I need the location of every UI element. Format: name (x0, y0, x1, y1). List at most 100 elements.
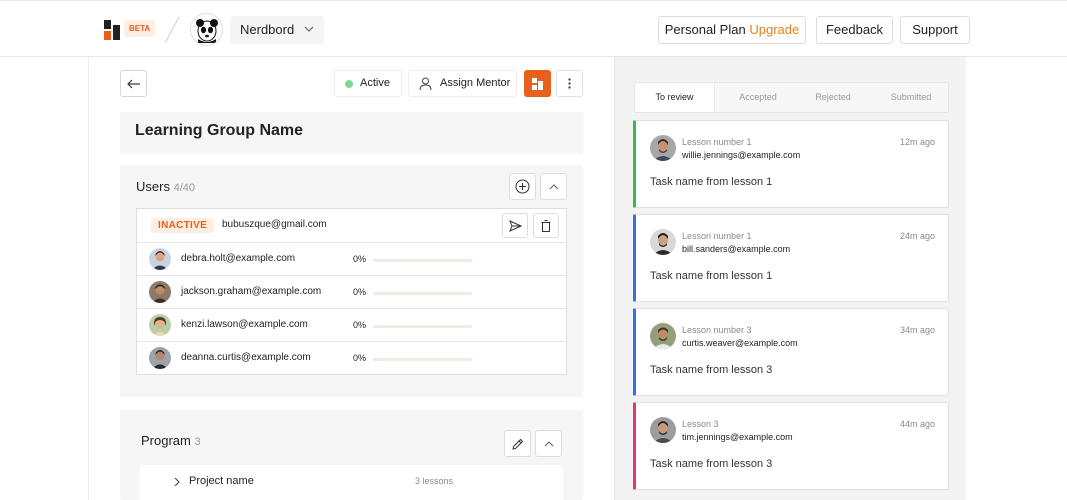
submission-lesson: Lesson number 3 (682, 325, 752, 335)
users-table: INACTIVE bubuszque@gmail.com debra.holt@… (136, 208, 567, 375)
chevron-down-icon (304, 26, 314, 32)
inactive-user-row[interactable]: INACTIVE bubuszque@gmail.com (137, 209, 566, 242)
layout-icon (532, 77, 543, 90)
submission-email: willie.jennings@example.com (682, 150, 801, 160)
user-progress-bar (373, 292, 472, 295)
feedback-button[interactable]: Feedback (816, 16, 893, 44)
user-row[interactable]: debra.holt@example.com 0% (137, 242, 566, 275)
edit-program-button[interactable] (504, 430, 531, 457)
submission-email: curtis.weaver@example.com (682, 338, 798, 348)
status-pill[interactable]: Active (334, 70, 402, 97)
avatar (650, 135, 676, 161)
submission-card[interactable]: Lesson 3 tim.jennings@example.com 44m ag… (633, 402, 949, 490)
tab-submitted[interactable]: Submitted (871, 83, 951, 112)
assign-mentor-label: Assign Mentor (440, 77, 511, 89)
org-selector[interactable]: Nerdbord (230, 16, 324, 44)
users-count: 4/40 (173, 182, 195, 194)
chevron-right-icon[interactable] (174, 477, 180, 487)
support-button[interactable]: Support (900, 16, 970, 44)
project-name: Project name (189, 475, 254, 487)
submission-card[interactable]: Lesson number 1 bill.sanders@example.com… (633, 214, 949, 302)
plan-label: Personal Plan (664, 22, 746, 37)
pencil-icon (511, 438, 523, 450)
nerdbord-logo-icon[interactable] (104, 20, 120, 40)
users-title: Users (136, 179, 170, 194)
submission-time: 44m ago (899, 419, 935, 429)
personal-plan-button[interactable]: Personal Plan Upgrade (658, 16, 806, 44)
back-button[interactable] (120, 70, 147, 97)
user-progress-text: 0% (353, 353, 367, 363)
submission-time: 12m ago (899, 137, 935, 147)
user-progress-bar (373, 358, 472, 361)
submission-card[interactable]: Lesson number 1 willie.jennings@example.… (633, 120, 949, 208)
user-row[interactable]: jackson.graham@example.com 0% (137, 275, 566, 308)
assign-mentor-button[interactable]: Assign Mentor (408, 70, 517, 97)
program-title: Program (141, 433, 191, 448)
group-title: Learning Group Name (135, 122, 304, 139)
tab-rejected[interactable]: Rejected (795, 83, 871, 112)
user-progress-bar (373, 325, 472, 328)
user-progress-bar (373, 259, 472, 262)
arrow-left-icon (126, 79, 140, 88)
upgrade-link[interactable]: Upgrade (749, 22, 799, 37)
submission-time: 34m ago (899, 325, 935, 335)
submission-lesson: Lesson 3 (682, 419, 719, 429)
status-dot (345, 80, 353, 88)
avatar (149, 347, 171, 369)
submission-task: Task name from lesson 3 (650, 364, 773, 376)
top-header: BETA Nerdbord Personal Plan Upgrade Feed… (0, 0, 1067, 57)
collapse-users-button[interactable] (540, 173, 567, 200)
status-label: Active (360, 77, 390, 89)
submission-task: Task name from lesson 3 (650, 458, 773, 470)
avatar (650, 229, 676, 255)
submission-email: bill.sanders@example.com (682, 244, 791, 254)
program-card: Program 3 Project name 3 lessons (120, 410, 583, 500)
user-email: deanna.curtis@example.com (181, 352, 311, 363)
user-icon (419, 77, 432, 91)
beta-badge: BETA (124, 20, 156, 37)
program-count: 3 (194, 436, 201, 448)
layout-toggle-button[interactable] (524, 70, 551, 97)
resend-invite-button[interactable] (502, 213, 528, 238)
separator-slash (164, 16, 180, 44)
tab-accepted[interactable]: Accepted (719, 83, 797, 112)
send-icon (508, 219, 522, 232)
user-progress-text: 0% (353, 287, 367, 297)
group-name-box[interactable]: Learning Group Name (120, 112, 583, 154)
project-row[interactable]: Project name 3 lessons (140, 465, 563, 500)
tab-to-review[interactable]: To review (634, 82, 715, 113)
add-user-button[interactable] (509, 173, 536, 200)
more-options-button[interactable] (556, 70, 583, 97)
avatar (650, 323, 676, 349)
project-lesson-count: 3 lessons (415, 476, 454, 486)
chevron-up-icon (549, 183, 558, 189)
review-panel: To review Accepted Rejected Submitted Le… (614, 57, 966, 500)
user-email: debra.holt@example.com (181, 253, 296, 264)
users-card: Users 4/40 INACTIVE bubuszque@gmail.com (120, 165, 583, 397)
inactive-user-email: bubuszque@gmail.com (222, 219, 327, 230)
plus-circle-icon (515, 179, 530, 194)
user-progress-text: 0% (353, 254, 367, 264)
submission-task: Task name from lesson 1 (650, 176, 773, 188)
submission-lesson: Lesson number 1 (682, 231, 752, 241)
kebab-icon (568, 78, 571, 89)
avatar (149, 248, 171, 270)
user-row[interactable]: kenzi.lawson@example.com 0% (137, 308, 566, 341)
delete-invite-button[interactable] (533, 213, 559, 238)
inactive-badge: INACTIVE (151, 218, 215, 233)
submission-lesson: Lesson number 1 (682, 137, 752, 147)
user-row[interactable]: deanna.curtis@example.com 0% (137, 341, 566, 374)
user-email: kenzi.lawson@example.com (181, 319, 308, 330)
user-email: jackson.graham@example.com (181, 286, 322, 297)
user-progress-text: 0% (353, 320, 367, 330)
program-heading: Program 3 (141, 433, 201, 448)
avatar (650, 417, 676, 443)
panda-logo-icon[interactable] (190, 13, 223, 46)
submission-card[interactable]: Lesson number 3 curtis.weaver@example.co… (633, 308, 949, 396)
submission-email: tim.jennings@example.com (682, 432, 793, 442)
review-tabs: To review Accepted Rejected Submitted (634, 82, 949, 113)
avatar (149, 281, 171, 303)
collapse-program-button[interactable] (535, 430, 562, 457)
org-name: Nerdbord (240, 22, 295, 37)
chevron-up-icon (544, 440, 553, 446)
